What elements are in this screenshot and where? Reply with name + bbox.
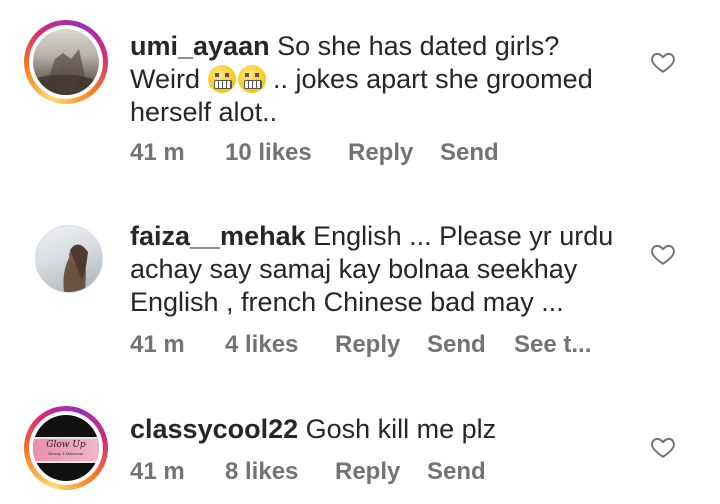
avatar-wrapper[interactable] bbox=[35, 225, 103, 293]
avatar-story-ring[interactable] bbox=[24, 20, 108, 104]
comment-text: classycool22 Gosh kill me plz bbox=[130, 413, 630, 446]
heart-outline-icon[interactable] bbox=[650, 241, 676, 267]
comment-text: umi_ayaan So she has dated girls? Weird … bbox=[130, 30, 630, 129]
avatar: Glow Up Beauty & Makeover bbox=[33, 415, 99, 481]
send-button[interactable]: Send bbox=[440, 139, 499, 167]
reply-button[interactable]: Reply bbox=[348, 139, 413, 167]
comment-time: 41 m bbox=[130, 458, 185, 485]
comment-item: Glow Up Beauty & Makeover classycool22 G… bbox=[0, 390, 720, 504]
logo-text: Glow Up bbox=[46, 440, 86, 450]
comment-time: 41 m bbox=[130, 331, 185, 358]
grimacing-face-emoji bbox=[237, 65, 266, 93]
likes-count[interactable]: 4 likes bbox=[225, 331, 298, 359]
comment-time: 41 m bbox=[130, 139, 185, 166]
comment-username[interactable]: classycool22 bbox=[130, 414, 298, 444]
logo-subtext: Beauty & Makeover bbox=[48, 451, 84, 456]
likes-count[interactable]: 10 likes bbox=[225, 139, 312, 167]
likes-count[interactable]: 8 likes bbox=[225, 458, 298, 486]
avatar bbox=[35, 225, 103, 293]
see-translation-button[interactable]: See t... bbox=[514, 331, 591, 359]
comment-username[interactable]: umi_ayaan bbox=[130, 31, 270, 61]
comment-username[interactable]: faiza__mehak bbox=[130, 221, 306, 251]
avatar bbox=[33, 29, 99, 95]
grimacing-face-emoji bbox=[207, 65, 236, 93]
heart-outline-icon[interactable] bbox=[650, 49, 676, 75]
comment-body: Gosh kill me plz bbox=[298, 414, 497, 444]
avatar-story-ring[interactable]: Glow Up Beauty & Makeover bbox=[24, 406, 108, 490]
send-button[interactable]: Send bbox=[427, 331, 486, 359]
comment-item: umi_ayaan So she has dated girls? Weird … bbox=[0, 0, 720, 190]
heart-outline-icon[interactable] bbox=[650, 434, 676, 460]
reply-button[interactable]: Reply bbox=[335, 458, 400, 486]
comment-text: faiza__mehak English ... Please yr urdu … bbox=[130, 220, 640, 319]
comment-item: faiza__mehak English ... Please yr urdu … bbox=[0, 190, 720, 390]
reply-button[interactable]: Reply bbox=[335, 331, 400, 359]
glow-up-logo: Glow Up Beauty & Makeover bbox=[33, 437, 99, 463]
send-button[interactable]: Send bbox=[427, 458, 486, 486]
